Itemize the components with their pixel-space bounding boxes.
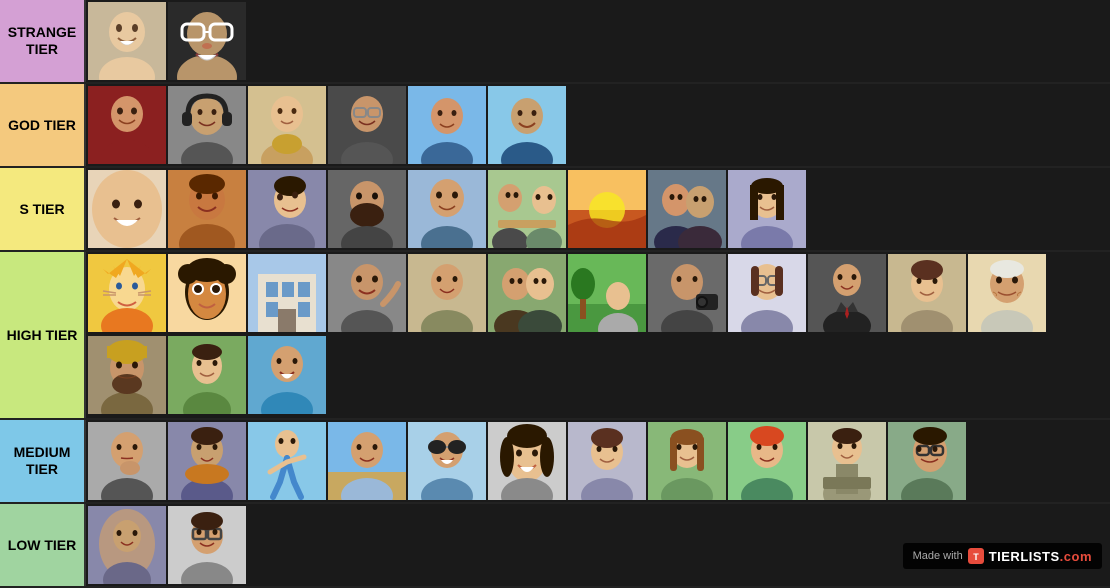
tier-label-low: LOW TIER xyxy=(0,504,84,586)
list-item xyxy=(488,254,566,332)
list-item xyxy=(88,2,166,80)
tier-images-god xyxy=(84,84,1110,166)
list-item xyxy=(968,254,1046,332)
list-item xyxy=(408,170,486,248)
list-item xyxy=(568,422,646,500)
tier-row-high: HIGH TIER xyxy=(0,252,1110,420)
list-item xyxy=(888,422,966,500)
tier-list: STRANGE TIER xyxy=(0,0,1110,588)
list-item xyxy=(408,254,486,332)
list-item xyxy=(88,422,166,500)
watermark-icon: T xyxy=(967,547,985,565)
tier-images-medium xyxy=(84,420,1110,502)
tier-row-medium: MEDIUM TIER xyxy=(0,420,1110,504)
list-item xyxy=(328,254,406,332)
list-item xyxy=(88,86,166,164)
tier-row-s: S TIER xyxy=(0,168,1110,252)
list-item xyxy=(248,170,326,248)
tier-row-strange: STRANGE TIER xyxy=(0,0,1110,84)
list-item xyxy=(168,422,246,500)
list-item xyxy=(88,506,166,584)
svg-text:T: T xyxy=(973,552,979,562)
list-item xyxy=(728,170,806,248)
list-item xyxy=(248,422,326,500)
list-item xyxy=(248,254,326,332)
list-item xyxy=(168,336,246,414)
list-item xyxy=(88,336,166,414)
list-item xyxy=(648,170,726,248)
list-item xyxy=(488,422,566,500)
tier-label-strange: STRANGE TIER xyxy=(0,0,84,82)
list-item xyxy=(168,170,246,248)
watermark-made-with: Made with xyxy=(913,550,963,562)
tier-label-s: S TIER xyxy=(0,168,84,250)
watermark-site: TIERLISTS.com xyxy=(989,549,1092,564)
watermark: Made with T TIERLISTS.com xyxy=(903,543,1102,569)
list-item xyxy=(728,254,806,332)
list-item xyxy=(408,422,486,500)
list-item xyxy=(328,170,406,248)
list-item xyxy=(328,422,406,500)
tier-label-god: GOD TIER xyxy=(0,84,84,166)
list-item xyxy=(888,254,966,332)
list-item xyxy=(168,86,246,164)
list-item xyxy=(568,170,646,248)
list-item xyxy=(168,254,246,332)
list-item xyxy=(568,254,646,332)
tier-row-god: GOD TIER xyxy=(0,84,1110,168)
list-item xyxy=(808,422,886,500)
list-item xyxy=(408,86,486,164)
tier-images-strange xyxy=(84,0,1110,82)
list-item xyxy=(88,254,166,332)
list-item xyxy=(728,422,806,500)
tier-images-s xyxy=(84,168,1110,250)
list-item xyxy=(248,336,326,414)
list-item xyxy=(88,170,166,248)
list-item xyxy=(648,254,726,332)
list-item xyxy=(168,506,246,584)
list-item xyxy=(168,2,246,80)
list-item xyxy=(328,86,406,164)
list-item xyxy=(248,86,326,164)
tier-label-high: HIGH TIER xyxy=(0,252,84,418)
list-item xyxy=(488,170,566,248)
list-item xyxy=(648,422,726,500)
list-item xyxy=(808,254,886,332)
tier-images-high xyxy=(84,252,1110,418)
tier-label-medium: MEDIUM TIER xyxy=(0,420,84,502)
list-item xyxy=(488,86,566,164)
